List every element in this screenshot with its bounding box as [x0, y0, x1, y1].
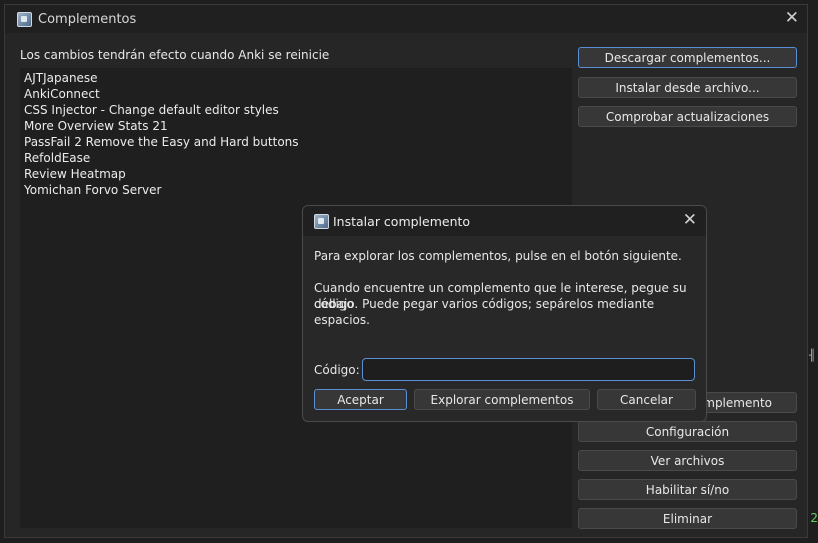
- edge-number: 2: [810, 511, 818, 525]
- close-icon[interactable]: ✕: [785, 10, 799, 27]
- anki-icon: [17, 12, 32, 27]
- dialog-titlebar: Instalar complemento ✕: [303, 206, 706, 236]
- delete-button[interactable]: Eliminar: [578, 508, 797, 529]
- config-button[interactable]: Configuración: [578, 421, 797, 442]
- install-from-file-button[interactable]: Instalar desde archivo...: [578, 77, 797, 98]
- code-input[interactable]: [362, 358, 695, 381]
- list-item[interactable]: PassFail 2 Remove the Easy and Hard butt…: [24, 135, 299, 149]
- toggle-enabled-button[interactable]: Habilitar sí/no: [578, 479, 797, 500]
- code-label: Código:: [314, 363, 360, 377]
- dialog-title: Instalar complemento: [333, 214, 471, 229]
- list-item[interactable]: Yomichan Forvo Server: [24, 183, 161, 197]
- install-addon-dialog: Instalar complemento ✕ Para explorar los…: [302, 205, 707, 422]
- restart-note: Los cambios tendrán efecto cuando Anki s…: [20, 48, 330, 62]
- view-files-button[interactable]: Ver archivos: [578, 450, 797, 471]
- list-item[interactable]: AJTJapanese: [24, 71, 98, 85]
- list-item[interactable]: More Overview Stats 21: [24, 119, 168, 133]
- anki-icon: [314, 214, 329, 229]
- list-item[interactable]: AnkiConnect: [24, 87, 100, 101]
- dialog-close-icon[interactable]: ✕: [683, 212, 697, 229]
- dialog-instructions-3: debajo. Puede pegar varios códigos; sepá…: [314, 297, 655, 327]
- dialog-instructions-1: Para explorar los complementos, pulse en…: [314, 249, 682, 263]
- download-addons-button[interactable]: Descargar complementos...: [578, 47, 797, 68]
- cancel-button[interactable]: Cancelar: [597, 389, 696, 410]
- edge-fragment-icon: ╢: [809, 349, 816, 362]
- list-item[interactable]: RefoldEase: [24, 151, 90, 165]
- check-updates-button[interactable]: Comprobar actualizaciones: [578, 106, 797, 127]
- window-title: Complementos: [38, 12, 137, 27]
- list-item[interactable]: CSS Injector - Change default editor sty…: [24, 103, 279, 117]
- accept-button[interactable]: Aceptar: [314, 389, 407, 410]
- window-titlebar: Complementos ✕: [5, 5, 807, 33]
- list-item[interactable]: Review Heatmap: [24, 167, 126, 181]
- browse-addons-button[interactable]: Explorar complementos: [414, 389, 590, 410]
